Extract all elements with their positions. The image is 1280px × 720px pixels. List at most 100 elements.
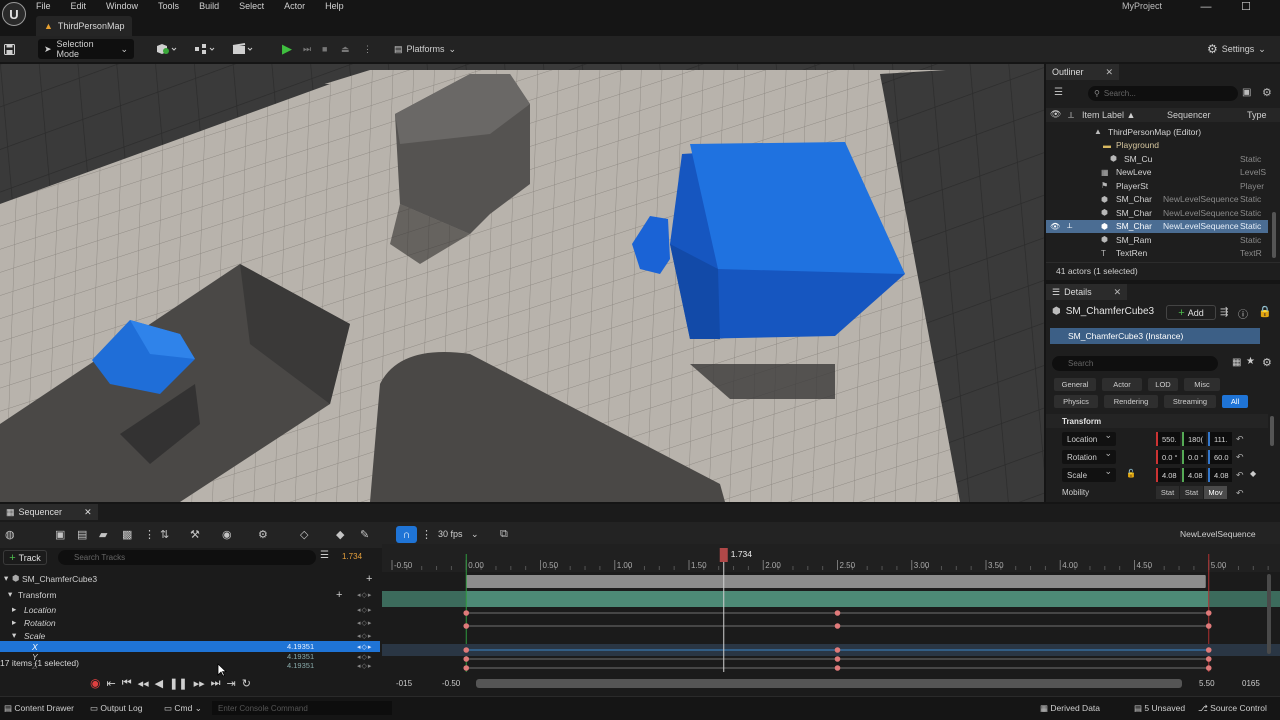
blueprint-icon[interactable]: ⇶ — [1220, 307, 1228, 318]
frame-rate-dropdown[interactable]: 30 fps ⌄ — [438, 529, 479, 540]
star-icon[interactable]: ★ — [1246, 356, 1255, 367]
location-z-field[interactable]: 111. — [1208, 432, 1232, 446]
save-icon[interactable] — [4, 39, 18, 59]
key-nav-icon[interactable]: ◂◇▸ — [357, 662, 372, 670]
cinematics-icon[interactable] — [232, 39, 254, 59]
sequencer-tab[interactable]: ▦ Sequencer ✕ — [0, 504, 98, 520]
collapse-icon[interactable]: ▾ — [4, 573, 8, 584]
details-search-input[interactable]: Search — [1052, 356, 1218, 371]
pin-icon[interactable]: ⟂ — [1067, 221, 1072, 231]
snap-toggle-icon[interactable]: ∩ — [396, 526, 417, 543]
filter-streaming[interactable]: Streaming — [1164, 395, 1216, 408]
outliner-row[interactable]: ⬢ SM_Char NewLevelSequence Static — [1046, 193, 1268, 207]
close-window-button[interactable]: ✕ — [1276, 0, 1280, 13]
track-row-actor[interactable]: ▾ ⬢ SM_ChamferCube3 + — [0, 572, 380, 585]
folder-icon[interactable]: ▣ — [1242, 87, 1251, 98]
filter-actor[interactable]: Actor — [1102, 378, 1142, 391]
selection-mode-dropdown[interactable]: ➤ Selection Mode ⌄ — [38, 39, 134, 59]
key-nav-icon[interactable]: ◂◇▸ — [357, 591, 372, 599]
track-value[interactable]: 4.19351 — [287, 661, 314, 670]
view-end-field[interactable]: 5.50 — [1199, 679, 1215, 688]
jump-to-end-icon[interactable]: ⇥ — [227, 677, 236, 690]
filter-misc[interactable]: Misc — [1184, 378, 1220, 391]
filter-general[interactable]: General — [1054, 378, 1096, 391]
pause-icon[interactable]: ❚❚ — [169, 677, 187, 690]
location-y-field[interactable]: 180( — [1182, 432, 1206, 446]
save-as-icon[interactable]: ▤ — [77, 528, 87, 541]
close-icon[interactable]: ✕ — [1114, 287, 1122, 298]
scale-x-field[interactable]: 4.08 — [1156, 468, 1180, 482]
add-icon[interactable]: + — [366, 573, 372, 585]
curve-editor-icon[interactable]: ⧉ — [500, 528, 508, 541]
key-options-icon[interactable]: ◇ — [300, 528, 308, 541]
track-row-scale-x[interactable]: X 4.19351 ◂◇▸ — [0, 641, 380, 652]
timeline-area[interactable]: -0.50 0.00 0.50 1.00 1.50 2.00 2.50 3.00 3.50 4.0… — [382, 544, 1280, 672]
eye-icon[interactable]: 👁 — [1050, 109, 1061, 120]
rotation-dropdown[interactable]: Rotation — [1062, 448, 1116, 464]
lock-icon[interactable]: 🔒 — [1258, 305, 1272, 318]
key-nav-icon[interactable]: ◂◇▸ — [357, 632, 372, 640]
render-icon[interactable]: ▩ — [122, 528, 132, 541]
menu-window[interactable]: Window — [106, 1, 138, 12]
eye-icon[interactable]: 👁 — [1050, 222, 1060, 231]
reset-icon[interactable]: ↶ — [1236, 452, 1244, 463]
auto-key-icon[interactable]: ◆ — [336, 528, 344, 541]
blueprint-icon[interactable] — [194, 39, 216, 59]
settings-dropdown[interactable]: ⚙ Settings ⌄ — [1207, 39, 1266, 59]
close-icon[interactable]: ✕ — [84, 507, 92, 518]
outliner-search-input[interactable]: ⚲ Search... — [1088, 86, 1238, 101]
track-value[interactable]: 4.19351 — [287, 652, 314, 661]
more-options-icon[interactable]: ⋮ — [363, 39, 372, 59]
menu-help[interactable]: Help — [325, 1, 344, 12]
outliner-row[interactable]: ⬢ SM_Cu Static — [1046, 152, 1268, 166]
playback-options-icon[interactable]: ⚙ — [258, 528, 268, 541]
track-row-location[interactable]: ▸ Location ◂◇▸ — [0, 603, 380, 616]
reset-icon[interactable]: ↶ — [1236, 488, 1244, 499]
unsaved-button[interactable]: ▤ 5 Unsaved — [1134, 703, 1185, 714]
stop-icon[interactable]: ■ — [322, 39, 327, 59]
track-search-input[interactable]: Search Tracks — [58, 550, 316, 565]
outliner-row[interactable]: ⚑ PlayerSt Player — [1046, 179, 1268, 193]
location-dropdown[interactable]: Location — [1062, 430, 1116, 446]
rotation-x-field[interactable]: 0.0 ° — [1156, 450, 1180, 464]
component-instance-row[interactable]: SM_ChamferCube3 (Instance) — [1050, 328, 1260, 344]
menu-actor[interactable]: Actor — [284, 1, 305, 12]
menu-tools[interactable]: Tools — [158, 1, 179, 12]
current-time-field[interactable]: 1.734 — [342, 552, 362, 561]
mobility-static-button[interactable]: Stat — [1156, 486, 1179, 499]
column-type[interactable]: Type — [1247, 110, 1267, 120]
menu-select[interactable]: Select — [239, 1, 264, 12]
save-icon[interactable]: ▣ — [55, 528, 65, 541]
outliner-scrollbar[interactable] — [1272, 212, 1276, 258]
camera-icon[interactable]: ▰ — [99, 528, 107, 541]
outliner-row-map[interactable]: ▲ ThirdPersonMap (Editor) — [1046, 125, 1268, 139]
mobility-stationary-button[interactable]: Stat — [1180, 486, 1203, 499]
filter-all[interactable]: All — [1222, 395, 1248, 408]
scale-dropdown[interactable]: Scale — [1062, 466, 1116, 482]
menu-file[interactable]: File — [36, 1, 51, 12]
map-tab[interactable]: ▲ ThirdPersonMap — [36, 16, 133, 36]
collapse-icon[interactable]: ▾ — [12, 630, 16, 641]
cmd-dropdown[interactable]: ▭ Cmd ⌄ — [164, 703, 202, 714]
key-icon[interactable]: ◆ — [1250, 469, 1256, 478]
next-key-icon[interactable]: ⏭ — [211, 677, 221, 690]
platforms-dropdown[interactable]: ▤ Platforms ⌄ — [394, 39, 456, 59]
loop-icon[interactable]: ↻ — [242, 677, 251, 690]
playback-end-field[interactable]: 0165 — [1242, 679, 1260, 688]
scale-z-field[interactable]: 4.08 — [1208, 468, 1232, 482]
track-value[interactable]: 4.19351 — [287, 642, 314, 651]
filter-icon[interactable]: ☰ — [1054, 87, 1063, 98]
console-input[interactable]: Enter Console Command — [212, 701, 392, 715]
outliner-row[interactable]: ▦ NewLeve LevelS — [1046, 166, 1268, 180]
key-nav-icon[interactable]: ◂◇▸ — [357, 643, 372, 651]
menu-build[interactable]: Build — [199, 1, 219, 12]
step-back-icon[interactable]: ◂◂ — [138, 677, 149, 690]
reset-icon[interactable]: ↶ — [1236, 470, 1244, 481]
snap-options-icon[interactable]: ⋮ — [421, 528, 432, 541]
add-icon[interactable]: + — [336, 589, 342, 601]
edit-icon[interactable]: ✎ — [360, 528, 369, 541]
view-start-field[interactable]: -0.50 — [442, 679, 460, 688]
key-nav-icon[interactable]: ◂◇▸ — [357, 606, 372, 614]
more-options-icon[interactable]: ⋮ — [144, 528, 155, 541]
outliner-row-selected[interactable]: 👁 ⟂ ⬢ SM_Char NewLevelSequence Static — [1046, 219, 1268, 233]
